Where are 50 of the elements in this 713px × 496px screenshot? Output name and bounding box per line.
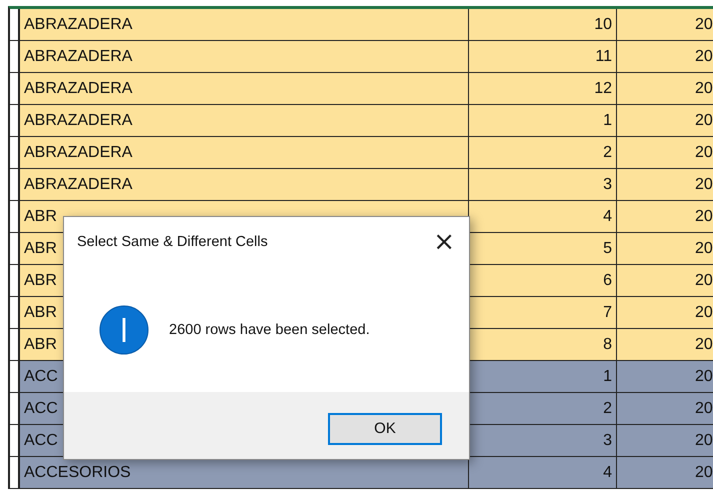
table-cell: 20 [695, 48, 713, 66]
table-cell: 7 [603, 304, 612, 322]
table-cell: 20 [695, 400, 713, 418]
table-cell: ACC [24, 432, 58, 450]
table-cell: ACC [24, 368, 58, 386]
table-cell: 4 [603, 464, 612, 482]
table-cell: 20 [695, 208, 713, 226]
table-cell: ABRAZADERA [24, 48, 132, 66]
table-cell: 20 [695, 16, 713, 34]
table-cell: ABRAZADERA [24, 112, 132, 130]
table-cell: 11 [595, 48, 612, 66]
table-cell: ABRAZADERA [24, 144, 132, 162]
table-cell: 2 [603, 400, 612, 418]
table-cell: 2 [603, 144, 612, 162]
table-cell: ACCESORIOS [24, 464, 131, 482]
table-cell: ACC [24, 400, 58, 418]
table-cell: 20 [695, 336, 713, 354]
table-cell: ABR [24, 272, 57, 290]
table-cell: 20 [695, 80, 713, 98]
table-cell: ABR [24, 240, 57, 258]
table-cell: 20 [695, 432, 713, 450]
table-cell: 20 [695, 240, 713, 258]
table-cell: 20 [695, 464, 713, 482]
table-cell: 10 [594, 16, 612, 34]
table-cell: ABR [24, 304, 57, 322]
table-cell: 1 [603, 368, 612, 386]
table-cell: 20 [695, 112, 713, 130]
table-cell: ABRAZADERA [24, 80, 132, 98]
table-cell: 1 [603, 112, 612, 130]
table-cell: 20 [695, 304, 713, 322]
table-cell: 3 [603, 432, 612, 450]
table-cell: ABR [24, 208, 57, 226]
table-cell: 3 [603, 176, 612, 194]
table-cell: 20 [695, 368, 713, 386]
table-cell: 4 [603, 208, 612, 226]
close-button[interactable]: × [427, 229, 461, 255]
table-cell: ABRAZADERA [24, 176, 132, 194]
dialog-title: Select Same & Different Cells [77, 234, 268, 250]
table-cell: ABRAZADERA [24, 16, 132, 34]
table-cell: 12 [594, 80, 612, 98]
table-cell: ABR [24, 336, 57, 354]
table-cell: 20 [695, 176, 713, 194]
table-cell: 20 [695, 144, 713, 162]
table-cell: 6 [603, 272, 612, 290]
table-cell: 5 [603, 240, 612, 258]
ok-button[interactable]: OK [328, 412, 442, 444]
table-cell: 20 [695, 272, 713, 290]
table-cell: 8 [603, 336, 612, 354]
info-icon [99, 304, 149, 354]
dialog-message: 2600 rows have been selected. [169, 322, 370, 338]
